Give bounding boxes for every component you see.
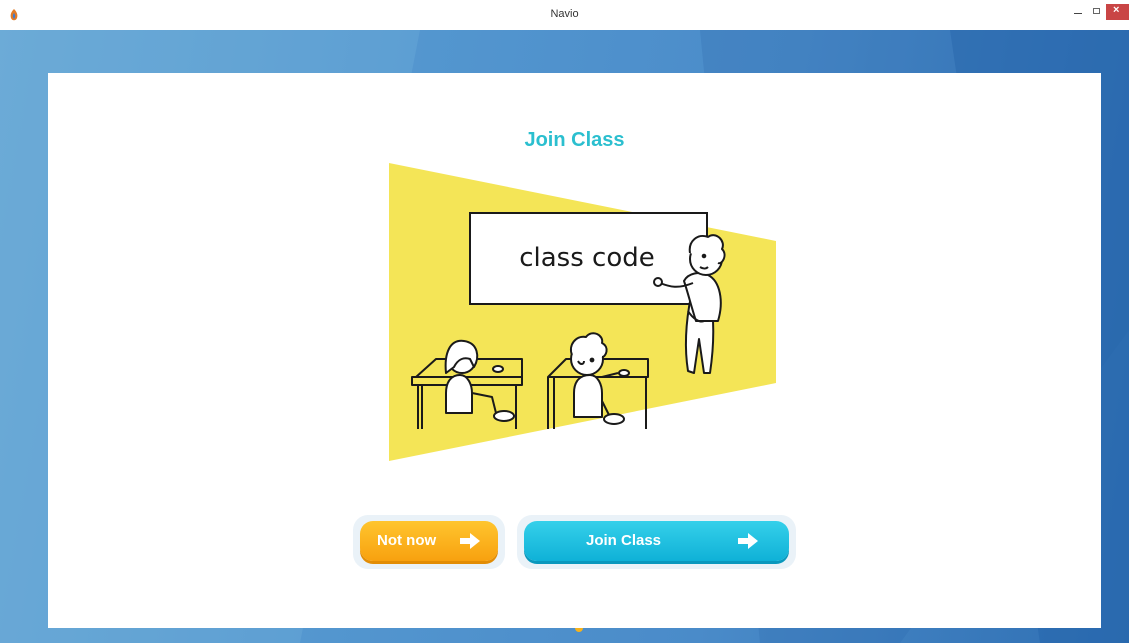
arrow-right-icon bbox=[460, 533, 480, 549]
not-now-label: Not now bbox=[377, 532, 437, 549]
window-title: Navio bbox=[550, 8, 579, 20]
join-class-label: Join Class bbox=[586, 532, 662, 549]
minimize-button[interactable] bbox=[1068, 4, 1088, 26]
window-titlebar: Navio × bbox=[0, 0, 1129, 31]
not-now-button[interactable]: Not now bbox=[360, 521, 498, 561]
class-code-text: class code bbox=[519, 243, 655, 273]
close-button[interactable]: × bbox=[1106, 4, 1129, 20]
maximize-button[interactable] bbox=[1090, 4, 1104, 26]
join-class-button[interactable]: Join Class bbox=[524, 521, 789, 561]
close-icon: × bbox=[1113, 4, 1120, 16]
join-class-dialog: Join Class class code Not now Join Class bbox=[48, 73, 1101, 628]
arrow-right-icon bbox=[738, 533, 758, 549]
classroom-illustration: class code bbox=[389, 163, 776, 461]
dialog-heading: Join Class bbox=[524, 129, 625, 151]
